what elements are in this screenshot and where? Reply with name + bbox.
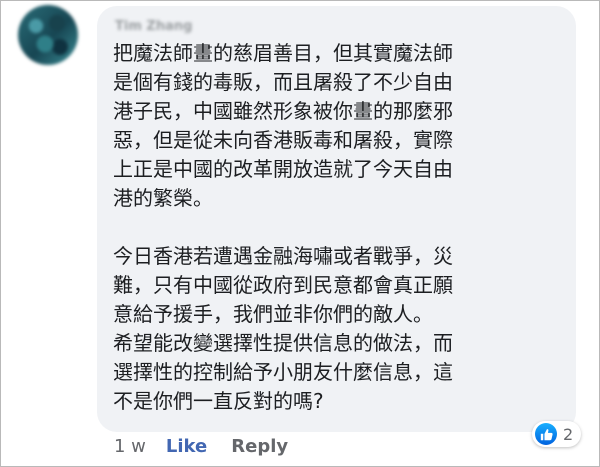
like-button[interactable]: Like: [166, 436, 207, 457]
comment-line: 是個有錢的毒販，而且屠殺了不少自由: [113, 70, 453, 94]
comment-text: 把魔法師畫的慈眉善目，但其實魔法師 是個有錢的毒販，而且屠殺了不少自由 港子民，…: [113, 39, 561, 416]
comment-line: 港子民，中國雖然形象被你畫的那麼邪: [113, 99, 453, 123]
reply-button[interactable]: Reply: [231, 436, 288, 457]
reaction-summary[interactable]: 2: [532, 421, 582, 447]
comment-actions: 1 w Like Reply: [114, 431, 288, 461]
comment-line: 意給予援手，我們並非你們的敵人。: [113, 302, 433, 326]
comment-line: 選擇性的控制給予小朋友什麼信息，這: [113, 360, 453, 384]
comment-line: 希望能改變選擇性提供信息的做法，而: [113, 331, 453, 355]
comment-line: 上正是中國的改革開放造就了今天自由: [113, 157, 453, 181]
comment-line: 今日香港若遭遇金融海嘯或者戰爭，災: [113, 244, 453, 268]
reaction-count: 2: [563, 424, 574, 444]
comment-line: 惡，但是從未向香港販毒和屠殺，實際: [113, 128, 453, 152]
comment-line: 把魔法師畫的慈眉善目，但其實魔法師: [113, 41, 453, 65]
author-name[interactable]: Tim Zhang: [115, 19, 192, 34]
comment-line: 港的繁榮。: [113, 186, 213, 210]
comment-line: 不是你們一直反對的嗎?: [113, 389, 324, 413]
thumbs-up-icon: [535, 423, 557, 445]
comment-line: 難，只有中國從政府到民意都會真正願: [113, 273, 453, 297]
comment-timestamp[interactable]: 1 w: [114, 436, 146, 457]
avatar[interactable]: [18, 5, 78, 65]
